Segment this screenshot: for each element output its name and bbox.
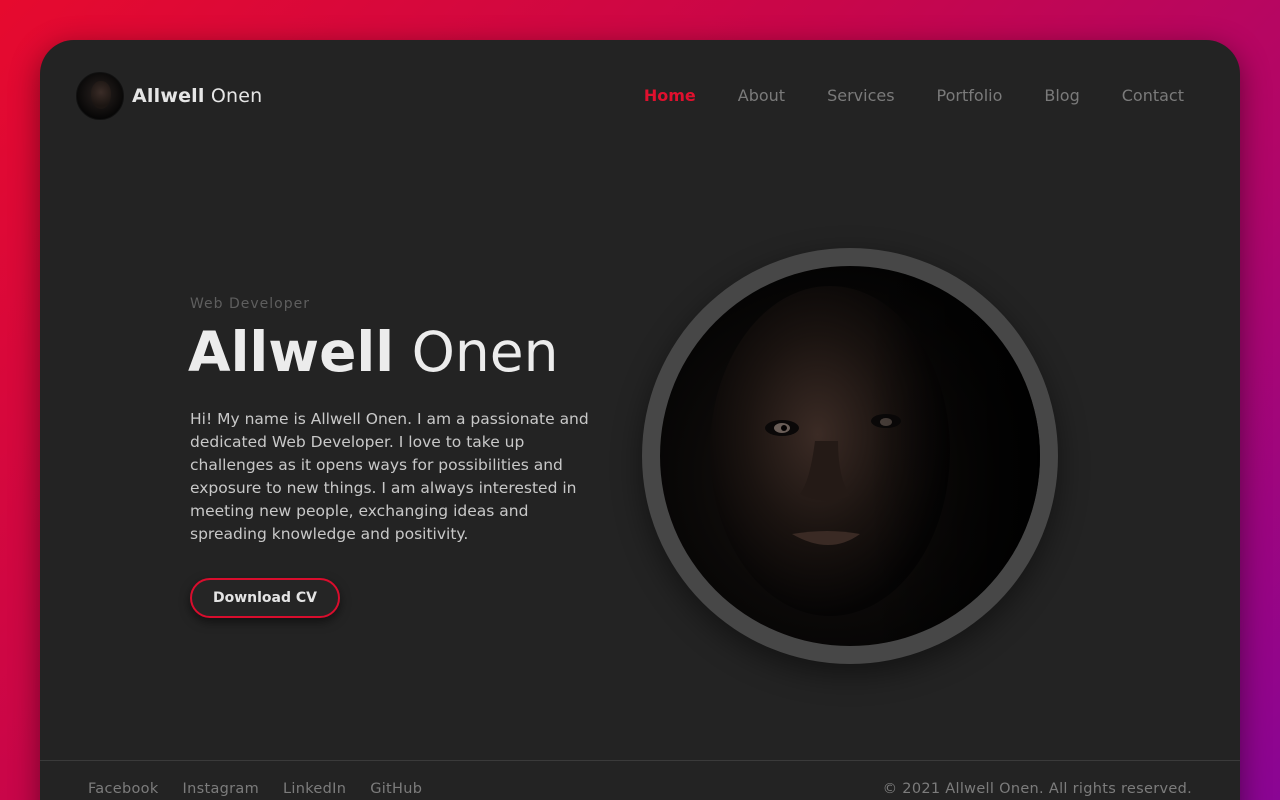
hero-name-last: Onen xyxy=(411,320,559,384)
nav-item-portfolio[interactable]: Portfolio xyxy=(937,86,1003,105)
nav-item-about[interactable]: About xyxy=(738,86,785,105)
avatar-face xyxy=(91,81,111,109)
download-cv-button[interactable]: Download CV xyxy=(190,578,340,618)
social-links: Facebook Instagram LinkedIn GitHub xyxy=(88,781,446,797)
logo-first-name: Allwell xyxy=(132,85,205,107)
portrait-illustration xyxy=(660,266,1040,646)
linkedin-link[interactable]: LinkedIn xyxy=(283,781,346,797)
portrait-frame xyxy=(642,248,1058,664)
nav-item-blog[interactable]: Blog xyxy=(1044,86,1079,105)
footer: Facebook Instagram LinkedIn GitHub © 202… xyxy=(40,760,1240,800)
logo-avatar xyxy=(76,72,124,120)
top-navbar: Allwell Onen Home About Services Portfol… xyxy=(40,40,1240,150)
github-link[interactable]: GitHub xyxy=(370,781,422,797)
logo-text: Allwell Onen xyxy=(132,85,262,107)
nav-item-services[interactable]: Services xyxy=(827,86,894,105)
facebook-link[interactable]: Facebook xyxy=(88,781,159,797)
profile-photo xyxy=(660,266,1040,646)
main-card: Allwell Onen Home About Services Portfol… xyxy=(40,40,1240,800)
logo-link[interactable]: Allwell Onen xyxy=(76,72,262,120)
hero-subtitle: Web Developer xyxy=(190,296,310,312)
nav-item-contact[interactable]: Contact xyxy=(1122,86,1184,105)
logo-last-name: Onen xyxy=(210,85,263,107)
nav-menu: Home About Services Portfolio Blog Conta… xyxy=(602,86,1184,105)
nav-item-home[interactable]: Home xyxy=(644,86,696,105)
copyright-text: © 2021 Allwell Onen. All rights reserved… xyxy=(882,781,1192,797)
instagram-link[interactable]: Instagram xyxy=(183,781,259,797)
hero-title: Allwell Onen xyxy=(188,320,558,384)
hero-bio: Hi! My name is Allwell Onen. I am a pass… xyxy=(190,410,589,543)
hero-name-first: Allwell xyxy=(188,320,395,384)
shadow-overlay xyxy=(660,266,1040,646)
